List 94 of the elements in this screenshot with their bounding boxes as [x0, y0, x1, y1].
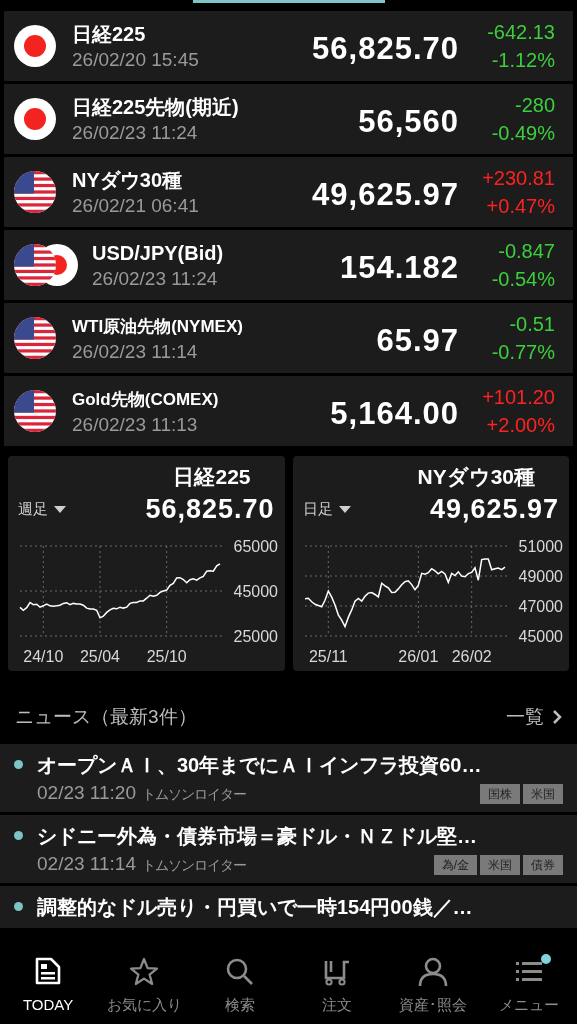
y-axis-label: 51000 [518, 538, 563, 555]
period-dropdown[interactable]: 日足 [298, 497, 351, 521]
nav-tab[interactable]: 資産･照会 [384, 940, 481, 1024]
change-value: +230.81 [482, 166, 555, 191]
chevron-right-icon [552, 709, 562, 726]
instrument-name: NYダウ30種 [72, 167, 184, 193]
instrument-name: 日経225 [72, 21, 147, 47]
us-flag-icon [14, 390, 56, 432]
nav-tab[interactable]: TODAY [0, 940, 97, 1024]
change-percent: -0.77% [491, 340, 555, 365]
caret-icon [338, 505, 351, 513]
nav-tab[interactable]: お気に入り [96, 940, 193, 1024]
timestamp: 26/02/23 11:13 [72, 412, 199, 437]
timestamp: 26/02/21 06:41 [72, 193, 200, 218]
x-axis-label: 24/10 [23, 648, 64, 665]
news-item[interactable]: シドニー外為・債券市場＝豪ドル・ＮＺドル堅… 02/23 11:14 トムソンロイター 為/金 米国 債券 [0, 814, 577, 883]
news-tag: 米国 [480, 854, 520, 875]
x-axis-label: 26/01 [397, 648, 438, 665]
japan-flag-icon [14, 98, 56, 140]
chart-card[interactable]: NYダウ30種 日足 49,625.97 45000 47000 49000 51000 25/11 26/01 26/02 [292, 456, 569, 671]
x-axis-label: 25/04 [80, 648, 120, 665]
news-headline: シドニー外為・債券市場＝豪ドル・ＮＺドル堅… [37, 823, 477, 849]
change-percent: -0.49% [491, 121, 555, 146]
instrument-name: 日経225先物(期近) [72, 94, 240, 120]
japan-flag-icon [14, 25, 56, 67]
news-source: トムソンロイター [141, 855, 246, 875]
caret-icon [54, 505, 66, 513]
quote-row[interactable]: 日経225先物(期近) 26/02/23 11:24 56,560 -280 -0.49% [4, 84, 573, 154]
nav-tab[interactable]: 注文 [288, 940, 385, 1024]
view-all-link[interactable]: 一覧 [506, 703, 562, 732]
news-tag: 国株 [480, 783, 520, 804]
change-percent: -0.54% [491, 267, 555, 292]
change-value: -0.847 [498, 239, 555, 264]
news-headline: オープンＡＩ、30年までにＡＩインフラ投資60… [37, 752, 482, 778]
y-axis-label: 45000 [518, 628, 563, 645]
x-axis-label: 25/10 [146, 648, 187, 665]
section-title: ニュース（最新3件） [15, 705, 197, 729]
bullet-icon [14, 902, 23, 911]
chart-price: 49,625.97 [429, 493, 559, 526]
y-axis-label: 25000 [233, 628, 278, 645]
price-value: 65.97 [376, 321, 459, 360]
person-icon [416, 956, 449, 988]
price-value: 49,625.97 [312, 175, 459, 214]
us-flag-icon [14, 171, 56, 213]
news-item[interactable]: オープンＡＩ、30年までにＡＩインフラ投資60… 02/23 11:20 トムソンロイター 国株 米国 [0, 743, 577, 812]
instrument-name: USD/JPY(Bid) [92, 240, 225, 266]
y-axis-label: 49000 [518, 568, 563, 585]
change-percent: +0.47% [486, 194, 555, 219]
chart-card[interactable]: 日経225 週足 56,825.70 25000 45000 65000 24/10 25/04 25/10 [8, 456, 285, 671]
change-percent: -1.12% [491, 48, 555, 73]
chart-title: NYダウ30種 [417, 464, 536, 490]
period-dropdown[interactable]: 週足 [14, 497, 66, 521]
quote-row[interactable]: Gold先物(COMEX) 26/02/23 11:13 5,164.00 +101.20 +2.00% [4, 376, 573, 446]
price-value: 154.182 [339, 248, 459, 287]
change-value: -642.13 [487, 20, 555, 45]
change-value: -280 [514, 93, 555, 118]
news-item[interactable]: 調整的なドル売り・円買いで一時154円00銭／… [0, 885, 577, 928]
news-tag: 債券 [523, 854, 563, 875]
news-time: 02/23 11:20 [37, 780, 136, 805]
instrument-name: WTI原油先物(NYMEX) [72, 315, 244, 338]
news-headline: 調整的なドル売り・円買いで一時154円00銭／… [37, 894, 473, 920]
quote-row[interactable]: NYダウ30種 26/02/21 06:41 49,625.97 +230.81 +0.47% [4, 157, 573, 227]
timestamp: 26/02/23 11:14 [72, 339, 199, 364]
x-axis-label: 26/02 [451, 648, 492, 665]
price-value: 5,164.00 [330, 394, 459, 433]
y-axis-label: 45000 [233, 583, 278, 600]
quote-row[interactable]: WTI原油先物(NYMEX) 26/02/23 11:14 65.97 -0.51 -0.77% [4, 303, 573, 373]
currency-pair-flags-icon [14, 244, 78, 286]
y-axis-label: 47000 [518, 598, 563, 615]
change-percent: +2.00% [486, 413, 555, 438]
timestamp: 26/02/23 11:24 [92, 266, 219, 291]
bullet-icon [14, 760, 23, 769]
nav-tab[interactable]: 検索 [192, 940, 289, 1024]
timestamp: 26/02/23 11:24 [72, 120, 199, 145]
news-time: 02/23 11:14 [37, 851, 136, 876]
us-flag-icon [14, 317, 56, 359]
change-value: -0.51 [509, 312, 555, 337]
timestamp: 26/02/20 15:45 [72, 47, 200, 72]
y-axis-label: 65000 [233, 538, 278, 555]
x-axis-label: 25/11 [308, 648, 348, 665]
price-value: 56,825.70 [312, 29, 459, 68]
news-tag: 為/金 [433, 854, 477, 875]
change-value: +101.20 [482, 385, 555, 410]
news-tag: 米国 [523, 783, 563, 804]
star-icon [128, 956, 161, 988]
instrument-name: Gold先物(COMEX) [72, 388, 220, 411]
bullet-icon [14, 831, 23, 840]
quote-row[interactable]: USD/JPY(Bid) 26/02/23 11:24 154.182 -0.847 -0.54% [4, 230, 573, 300]
nav-tab[interactable]: メニュー [480, 940, 577, 1024]
news-source: トムソンロイター [141, 784, 246, 804]
quote-row[interactable]: 日経225 26/02/20 15:45 56,825.70 -642.13 -1.12% [4, 11, 573, 81]
chart-title: 日経225 [173, 464, 252, 490]
price-value: 56,560 [358, 102, 459, 141]
chart-price: 56,825.70 [145, 493, 275, 526]
